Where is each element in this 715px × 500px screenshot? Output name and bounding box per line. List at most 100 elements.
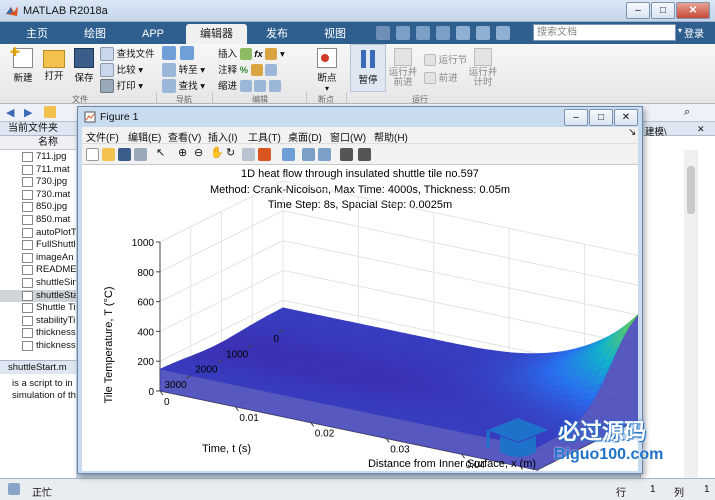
menu-insert[interactable]: 插入(I) (208, 129, 237, 144)
switch-windows-icon[interactable] (496, 26, 510, 40)
file-list-item[interactable]: thickness (0, 327, 76, 340)
file-icon (22, 152, 33, 162)
file-list-item[interactable]: 730.mat (0, 189, 76, 202)
menu-tools[interactable]: 工具(T) (248, 129, 281, 144)
print-figure-icon[interactable] (134, 148, 147, 161)
find-files-button[interactable]: 查找文件 (100, 46, 155, 62)
tab-view[interactable]: 视图 (310, 24, 360, 44)
goto-button[interactable]: 转至 ▾ (162, 62, 205, 78)
forward-icon[interactable]: ▶ (24, 106, 32, 119)
undo-icon[interactable] (456, 26, 470, 40)
folder-up-icon[interactable] (44, 106, 56, 118)
file-list-item[interactable]: 730.jpg (0, 176, 76, 189)
address-search-icon[interactable]: ⌕ (684, 106, 690, 119)
file-name: 711.jpg (36, 151, 67, 162)
paste-icon[interactable] (436, 26, 450, 40)
new-button[interactable]: ✚ 新建 (8, 45, 38, 84)
pan-hand-icon[interactable]: ✋ (210, 146, 224, 159)
file-list-item[interactable]: shuttleSta (0, 289, 76, 303)
run-and-advance-button[interactable]: 运行并前进 (388, 46, 418, 88)
insert-colorbar-icon[interactable] (302, 148, 315, 161)
redo-icon[interactable] (476, 26, 490, 40)
login-link[interactable]: 登录 (684, 25, 704, 40)
figure-maximize-button[interactable]: □ (589, 109, 613, 126)
brush-icon[interactable] (258, 148, 271, 161)
breakpoints-button[interactable]: 断点 ▾ (310, 46, 344, 93)
quick-access-toolbar (376, 26, 526, 40)
file-list-item[interactable]: READMEi (0, 264, 76, 277)
close-button[interactable]: ✕ (676, 2, 710, 19)
run-and-time-button[interactable]: 运行并计时 (468, 46, 498, 88)
comment-button[interactable]: 注释 % (218, 62, 278, 77)
close-panel-icon[interactable]: ✕ (697, 124, 705, 135)
minimize-button[interactable]: – (626, 2, 650, 19)
file-list-item[interactable]: 850.mat (0, 214, 76, 227)
new-figure-icon[interactable] (86, 148, 99, 161)
tab-publish[interactable]: 发布 (252, 24, 302, 44)
file-list-item[interactable]: autoPlotT (0, 227, 76, 240)
x-tick-label: 0.03 (390, 444, 410, 455)
save-figure-icon[interactable] (118, 148, 131, 161)
hide-plot-tools-icon[interactable] (340, 148, 353, 161)
menu-help[interactable]: 帮助(H) (374, 129, 408, 144)
compare-button[interactable]: 比较 ▾ (100, 62, 143, 78)
details-line: is a script to in (12, 378, 73, 389)
maximize-button[interactable]: □ (651, 2, 675, 19)
menu-edit[interactable]: 编辑(E) (128, 129, 161, 144)
file-icon (22, 202, 33, 213)
file-list-item[interactable]: shuttleSin (0, 277, 76, 290)
back-forward-buttons[interactable] (162, 46, 194, 60)
back-icon[interactable]: ◀ (6, 106, 14, 119)
copy-icon[interactable] (416, 26, 430, 40)
open-button[interactable]: 打开 (40, 46, 68, 82)
file-list-item[interactable]: Shuttle Ti (0, 302, 76, 315)
data-cursor-icon[interactable] (242, 148, 255, 161)
tab-editor[interactable]: 编辑器 (186, 24, 247, 44)
indent-button[interactable]: 缩进 (218, 78, 281, 93)
figure-close-button[interactable]: ✕ (614, 109, 638, 126)
open-button-label: 打开 (44, 71, 64, 82)
file-list-item[interactable]: stabilityTi (0, 315, 76, 328)
link-plot-icon[interactable] (282, 148, 295, 161)
run-advance-label: 运行并前进 (388, 67, 418, 88)
advance-button[interactable]: 前进 (424, 70, 458, 85)
file-list: 711.jpg 711.mat 730.jpg 730.mat 850.jpg 850.m… (0, 150, 76, 360)
figure-title-bar[interactable]: Figure 1 – □ ✕ (78, 107, 642, 127)
search-documentation-input[interactable]: 搜索文档 (533, 24, 676, 41)
pause-button[interactable]: 暂停 (350, 44, 386, 92)
insert-legend-icon[interactable] (318, 148, 331, 161)
tab-home[interactable]: 主页 (12, 24, 62, 44)
run-section-button[interactable]: 运行节 (424, 52, 467, 67)
file-list-item[interactable]: imageAn (0, 252, 76, 265)
file-list-item[interactable]: 850.jpg (0, 201, 76, 214)
menu-view[interactable]: 查看(V) (168, 129, 201, 144)
open-file-icon[interactable] (102, 148, 115, 161)
figure-minimize-button[interactable]: – (564, 109, 588, 126)
file-list-item[interactable]: 711.mat (0, 164, 76, 177)
save-button[interactable]: 保存 (70, 46, 98, 84)
name-column-header[interactable]: 名称 (0, 136, 76, 150)
tab-plots[interactable]: 绘图 (70, 24, 120, 44)
show-plot-tools-icon[interactable] (358, 148, 371, 161)
cut-icon[interactable] (396, 26, 410, 40)
file-list-item[interactable]: 711.jpg (0, 151, 76, 164)
menu-window[interactable]: 窗口(W) (330, 129, 366, 144)
scrollbar-thumb[interactable] (687, 166, 695, 214)
tab-apps[interactable]: APP (128, 24, 178, 44)
file-list-item[interactable]: FullShuttl (0, 239, 76, 252)
print-button[interactable]: 打印 ▾ (100, 78, 143, 94)
menu-desktop[interactable]: 桌面(D) (288, 129, 322, 144)
pointer-icon[interactable]: ↖ (156, 146, 169, 159)
file-name: 850.mat (36, 214, 71, 225)
rotate-3d-icon[interactable]: ↻ (226, 146, 239, 159)
zoom-out-icon[interactable]: ⊖ (194, 146, 207, 159)
fx-icon[interactable]: fx (254, 49, 262, 60)
file-list-item[interactable]: thickness (0, 340, 76, 353)
find-button[interactable]: 查找 ▾ (162, 78, 205, 94)
save-icon[interactable] (376, 26, 390, 40)
menu-dock-icon[interactable]: ↘ (628, 127, 636, 138)
zoom-in-icon[interactable]: ⊕ (178, 146, 191, 159)
insert-button[interactable]: 插入 fx ▾ (218, 46, 285, 61)
menu-file[interactable]: 文件(F) (86, 129, 119, 144)
section-label-edit: 编辑 (252, 95, 268, 104)
